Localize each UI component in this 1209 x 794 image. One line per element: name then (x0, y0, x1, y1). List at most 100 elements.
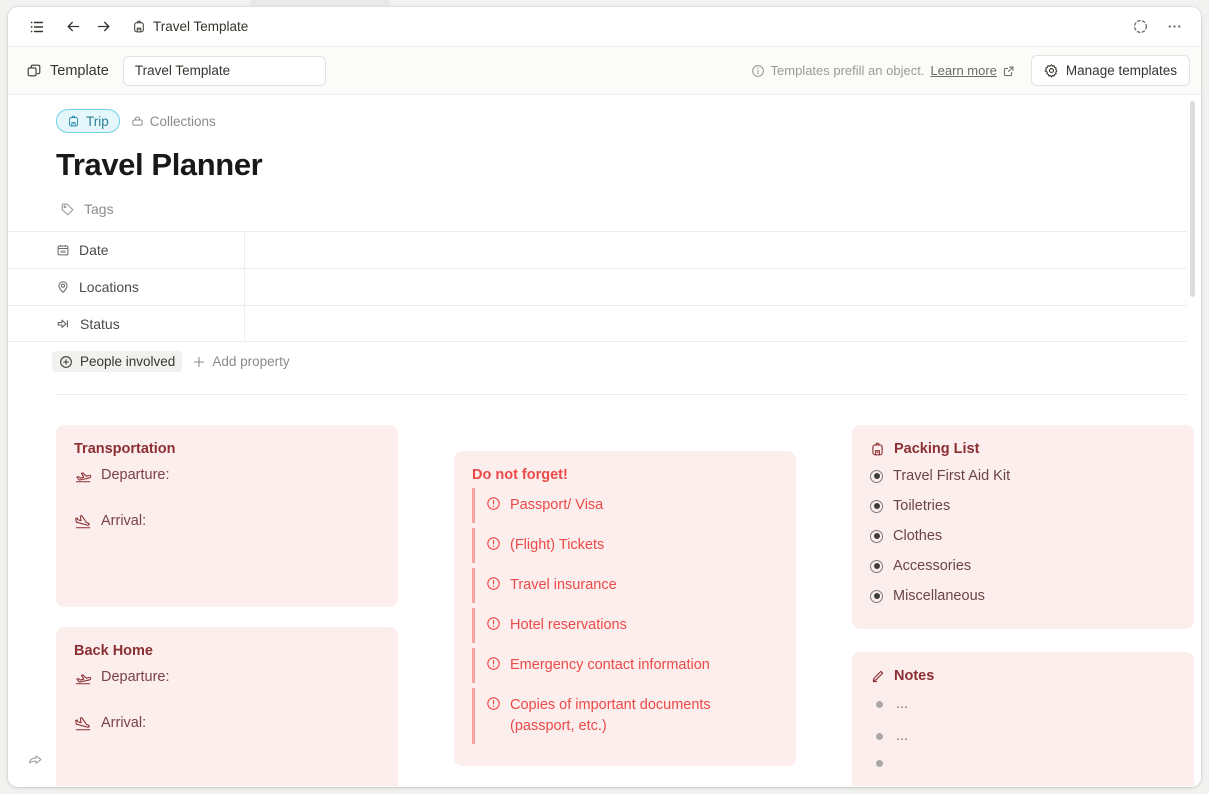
notes-item[interactable]: ... (870, 688, 1176, 720)
list-menu-icon[interactable] (24, 14, 50, 40)
transportation-departure-label: Departure: (101, 467, 170, 483)
backpack-icon (870, 442, 885, 457)
learn-more-label: Learn more (930, 63, 997, 78)
packing-list-item[interactable]: Miscellaneous (870, 581, 1176, 611)
notes-item-label: ... (896, 728, 909, 744)
pencil-icon (870, 669, 885, 684)
transportation-arrival-row[interactable]: Arrival: (74, 507, 380, 553)
packing-list-item[interactable]: Accessories (870, 551, 1176, 581)
exclamation-circle-icon (486, 696, 501, 711)
plus-circle-icon (59, 355, 73, 369)
column-left: Transportation Departure: Arrival: Back … (56, 425, 398, 786)
property-label: Locations (79, 279, 139, 295)
card-packing-list[interactable]: Packing List Travel First Aid Kit Toilet… (852, 425, 1194, 629)
property-value[interactable] (244, 306, 1187, 341)
property-label: Date (79, 242, 109, 258)
breadcrumb[interactable]: Travel Template (126, 16, 254, 37)
radio-icon[interactable] (870, 529, 883, 543)
share-arrow-icon[interactable] (22, 746, 48, 772)
backpack-icon (132, 20, 146, 34)
type-chip-label: Collections (149, 113, 216, 129)
card-title-row: Notes (870, 668, 1176, 684)
do-not-forget-item-label: Travel insurance (510, 577, 617, 594)
exclamation-circle-icon (486, 536, 501, 551)
packing-list-item-label: Miscellaneous (893, 588, 985, 604)
arrow-right-icon[interactable] (90, 14, 116, 40)
card-back-home[interactable]: Back Home Departure: Arrival: (56, 627, 398, 786)
do-not-forget-item[interactable]: (Flight) Tickets (472, 528, 778, 564)
template-bar-left: Template (26, 63, 109, 79)
plus-icon (192, 355, 206, 369)
property-row-date[interactable]: Date (8, 231, 1187, 268)
type-chip-trip[interactable]: Trip (56, 109, 120, 133)
notes-item[interactable]: ... (870, 720, 1176, 752)
transportation-departure-row[interactable]: Departure: (74, 461, 380, 507)
radio-icon[interactable] (870, 589, 883, 603)
page-title[interactable]: Travel Planner (8, 133, 1201, 183)
property-value[interactable] (244, 232, 1187, 268)
template-bar: Template Templates prefill an object. Le… (8, 47, 1201, 95)
property-value[interactable] (244, 269, 1187, 305)
dashed-circle-icon[interactable] (1127, 14, 1153, 40)
bullet-icon (876, 732, 883, 740)
page-body: Trip Collections Travel Planner Tags Dat… (8, 95, 1201, 786)
bag-icon (131, 115, 144, 128)
packing-list-item[interactable]: Clothes (870, 521, 1176, 551)
packing-list-item-label: Clothes (893, 528, 943, 544)
card-title: Transportation (74, 441, 176, 457)
add-property-label: Add property (212, 354, 290, 369)
card-title: Back Home (74, 643, 153, 659)
radio-icon[interactable] (870, 499, 883, 513)
notes-item[interactable] (870, 752, 1176, 775)
radio-icon[interactable] (870, 469, 883, 483)
back-home-departure-row[interactable]: Departure: (74, 663, 380, 709)
property-row-locations[interactable]: Locations (8, 268, 1187, 305)
backpack-icon (67, 115, 80, 128)
map-pin-icon (56, 280, 70, 294)
back-home-departure-label: Departure: (101, 669, 170, 685)
page-scrollbar[interactable] (1188, 95, 1198, 786)
plane-arrival-icon (74, 715, 92, 733)
do-not-forget-item-label: (Flight) Tickets (510, 537, 605, 554)
card-notes[interactable]: Notes ... ... (852, 652, 1194, 786)
property-label: Status (80, 315, 120, 332)
card-transportation[interactable]: Transportation Departure: Arrival: (56, 425, 398, 607)
template-hint-text: Templates prefill an object. (770, 63, 925, 78)
column-middle: Do not forget! Passport/ Visa (Flight) T… (454, 425, 796, 767)
transportation-arrival-label: Arrival: (101, 513, 147, 529)
manage-templates-button[interactable]: Manage templates (1030, 55, 1190, 86)
do-not-forget-item[interactable]: Emergency contact information (472, 648, 778, 684)
packing-list-item-label: Accessories (893, 558, 972, 574)
do-not-forget-item[interactable]: Travel insurance (472, 568, 778, 604)
ellipsis-icon[interactable] (1161, 14, 1187, 40)
template-hint: Templates prefill an object. Learn more (751, 63, 1015, 78)
card-title: Do not forget! (472, 467, 568, 483)
do-not-forget-item-label: Copies of important documents (passport,… (510, 697, 711, 735)
packing-list-title: Packing List (894, 441, 980, 457)
do-not-forget-item[interactable]: Hotel reservations (472, 608, 778, 644)
exclamation-circle-icon (486, 576, 501, 591)
add-property-button[interactable]: Add property (185, 351, 296, 372)
type-chip-collections[interactable]: Collections (129, 109, 226, 133)
property-people-involved[interactable]: People involved (52, 351, 183, 372)
calendar-icon (56, 243, 70, 257)
template-name-input[interactable] (122, 55, 326, 86)
navbar-actions (1127, 14, 1187, 40)
packing-list-item[interactable]: Travel First Aid Kit (870, 461, 1176, 491)
card-do-not-forget[interactable]: Do not forget! Passport/ Visa (Flight) T… (454, 451, 796, 767)
do-not-forget-item[interactable]: Copies of important documents (passport,… (472, 688, 778, 745)
property-row-status[interactable]: Status (8, 305, 1187, 342)
tags-row[interactable]: Tags (8, 183, 1201, 217)
copy-icon (26, 63, 41, 78)
breadcrumb-label: Travel Template (153, 19, 249, 34)
back-home-arrival-row[interactable]: Arrival: (74, 709, 380, 755)
scrollbar-thumb[interactable] (1190, 101, 1195, 297)
do-not-forget-item[interactable]: Passport/ Visa (472, 488, 778, 524)
radio-icon[interactable] (870, 559, 883, 573)
info-circle-icon (751, 64, 765, 78)
external-link-icon[interactable] (1003, 65, 1015, 77)
learn-more-link[interactable]: Learn more (930, 63, 996, 78)
packing-list-item[interactable]: Toiletries (870, 491, 1176, 521)
property-name: Date (56, 242, 244, 258)
arrow-left-icon[interactable] (60, 14, 86, 40)
